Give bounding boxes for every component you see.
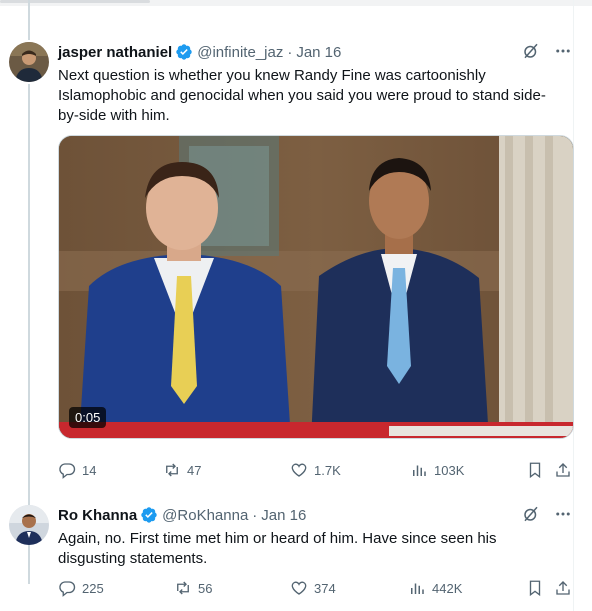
tweet-jasper[interactable]: jasper nathaniel @infinite_jaz · Jan 16 … [0, 40, 576, 485]
separator-dot: · [252, 506, 258, 524]
reply-button[interactable]: 14 [58, 461, 96, 479]
bookmark-button[interactable] [526, 461, 544, 479]
separator-dot: · [287, 43, 293, 61]
reply-button[interactable]: 225 [58, 579, 104, 597]
share-button[interactable] [554, 579, 572, 597]
like-button[interactable]: 1.7K [290, 461, 341, 479]
more-icon[interactable] [554, 42, 572, 60]
reply-count: 14 [82, 462, 97, 478]
repost-count: 47 [187, 462, 202, 478]
thread-line-top [28, 0, 30, 40]
like-button[interactable]: 374 [290, 579, 336, 597]
verified-badge-icon [175, 43, 193, 61]
like-count: 374 [314, 580, 336, 596]
bookmark-icon [526, 461, 544, 479]
previous-content-edge [0, 0, 592, 6]
views-button[interactable]: 442K [408, 579, 462, 597]
reply-icon [58, 461, 76, 479]
grok-icon[interactable] [522, 42, 540, 60]
repost-button[interactable]: 56 [174, 579, 212, 597]
views-button[interactable]: 103K [410, 461, 464, 479]
bookmark-button[interactable] [526, 579, 544, 597]
share-button[interactable] [554, 461, 572, 479]
avatar[interactable] [9, 42, 49, 82]
author-name[interactable]: Ro Khanna [58, 507, 137, 524]
post-date[interactable]: Jan 16 [296, 44, 341, 61]
like-count: 1.7K [314, 462, 341, 478]
grok-icon[interactable] [522, 505, 540, 523]
views-icon [408, 579, 426, 597]
video-timestamp: 0:05 [69, 407, 107, 428]
video-player[interactable]: 0:05 [58, 135, 574, 439]
bookmark-icon [526, 579, 544, 597]
reply-icon [58, 579, 76, 597]
share-icon [554, 461, 572, 479]
verified-badge-icon [140, 506, 158, 524]
post-date[interactable]: Jan 16 [261, 507, 306, 524]
repost-count: 56 [198, 580, 213, 596]
tweet-text: Next question is whether you knew Randy … [58, 67, 546, 124]
repost-icon [174, 579, 192, 597]
repost-button[interactable]: 47 [163, 461, 201, 479]
tweet-actions: 14 47 1.7K 103K [58, 461, 574, 481]
views-count: 442K [432, 580, 463, 596]
repost-icon [163, 461, 181, 479]
avatar[interactable] [9, 505, 49, 545]
reply-count: 225 [82, 580, 104, 596]
like-icon [290, 579, 308, 597]
author-handle[interactable]: @RoKhanna [162, 507, 248, 524]
video-frame-image [59, 136, 573, 438]
tweet-text: Again, no. First time met him or heard o… [58, 530, 497, 567]
views-icon [410, 461, 428, 479]
author-handle[interactable]: @infinite_jaz [197, 44, 283, 61]
views-count: 103K [434, 462, 465, 478]
author-name[interactable]: jasper nathaniel [58, 44, 172, 61]
tweet-actions: 225 56 374 442K [58, 579, 574, 599]
like-icon [290, 461, 308, 479]
share-icon [554, 579, 572, 597]
more-icon[interactable] [554, 505, 572, 523]
